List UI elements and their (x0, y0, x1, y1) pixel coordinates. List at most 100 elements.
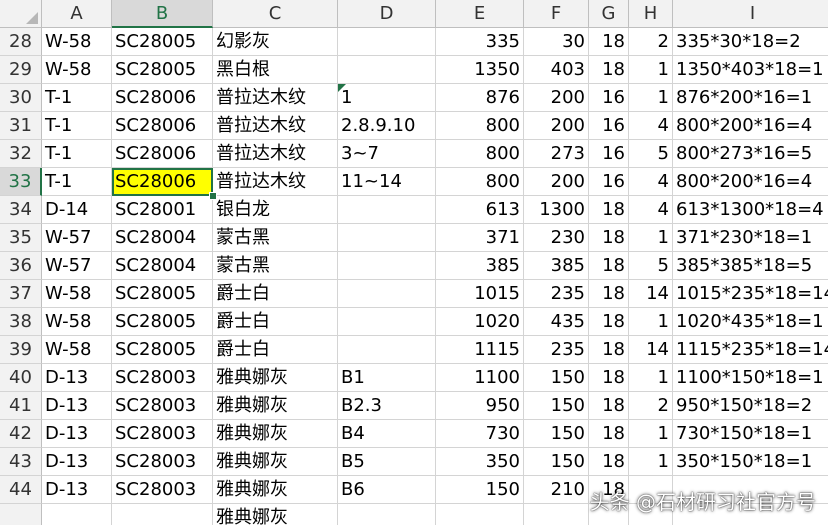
cell-c[interactable]: 雅典娜灰 (213, 420, 338, 448)
cell-a[interactable]: W-58 (42, 308, 112, 336)
cell-b[interactable]: SC28006 (112, 84, 213, 112)
cell-h[interactable]: 4 (629, 196, 673, 224)
cell-a[interactable]: W-58 (42, 336, 112, 364)
cell-i[interactable]: 1115*235*18=14 (673, 336, 828, 364)
row-header[interactable]: 36 (0, 252, 42, 280)
cell-d[interactable]: B5 (338, 448, 436, 476)
cell-e[interactable]: 350 (436, 448, 524, 476)
cell-d[interactable]: B1 (338, 364, 436, 392)
cell-a[interactable]: T-1 (42, 140, 112, 168)
cell-c[interactable]: 雅典娜灰 (213, 504, 338, 525)
cell-i[interactable]: 1015*235*18=14 (673, 280, 828, 308)
cell-i[interactable]: 335*30*18=2 (673, 28, 828, 56)
cell-c[interactable]: 普拉达木纹 (213, 140, 338, 168)
column-header-e[interactable]: E (436, 0, 524, 28)
cell-e[interactable]: 1020 (436, 308, 524, 336)
cell-b[interactable]: SC28003 (112, 392, 213, 420)
cell-h[interactable]: 2 (629, 392, 673, 420)
cell-d[interactable]: 11~14 (338, 168, 436, 196)
cell-e[interactable]: 1015 (436, 280, 524, 308)
cell-h[interactable]: 2 (629, 28, 673, 56)
cell-a[interactable]: W-57 (42, 224, 112, 252)
cell-d[interactable] (338, 196, 436, 224)
cell-e[interactable]: 150 (436, 476, 524, 504)
cell-d[interactable] (338, 252, 436, 280)
row-header[interactable]: 43 (0, 448, 42, 476)
cell-f[interactable]: 235 (524, 336, 589, 364)
row-header[interactable]: 35 (0, 224, 42, 252)
cell-g[interactable]: 18 (589, 28, 629, 56)
column-header-g[interactable]: G (589, 0, 629, 28)
row-header[interactable]: 42 (0, 420, 42, 448)
cell-c[interactable]: 雅典娜灰 (213, 448, 338, 476)
cell-f[interactable]: 150 (524, 392, 589, 420)
cell-b[interactable]: SC28004 (112, 224, 213, 252)
cell-c[interactable]: 雅典娜灰 (213, 476, 338, 504)
cell-h[interactable]: 4 (629, 112, 673, 140)
row-header[interactable]: 38 (0, 308, 42, 336)
cell-i[interactable]: 800*200*16=4 (673, 168, 828, 196)
cell-c[interactable]: 爵士白 (213, 280, 338, 308)
cell-e[interactable]: 800 (436, 112, 524, 140)
cell-h[interactable]: 14 (629, 280, 673, 308)
cell-e[interactable]: 335 (436, 28, 524, 56)
cell-c[interactable]: 普拉达木纹 (213, 112, 338, 140)
cell-a[interactable]: D-13 (42, 364, 112, 392)
cell-g[interactable]: 16 (589, 84, 629, 112)
cell-f[interactable]: 200 (524, 84, 589, 112)
column-header-i[interactable]: I (673, 0, 828, 28)
cell-a[interactable]: D-13 (42, 392, 112, 420)
cell-b[interactable]: SC28005 (112, 56, 213, 84)
cell-b[interactable]: SC28003 (112, 476, 213, 504)
cell-a[interactable]: T-1 (42, 168, 112, 196)
cell-f[interactable]: 150 (524, 420, 589, 448)
cell-i[interactable]: 1100*150*18=1 (673, 364, 828, 392)
cell-a[interactable]: T-1 (42, 84, 112, 112)
cell-e[interactable]: 800 (436, 140, 524, 168)
cell-f[interactable] (524, 504, 589, 525)
cell-h[interactable]: 1 (629, 420, 673, 448)
cell-i[interactable]: 730*150*18=1 (673, 420, 828, 448)
cell-f[interactable]: 30 (524, 28, 589, 56)
cell-g[interactable]: 18 (589, 364, 629, 392)
cell-b[interactable] (112, 504, 213, 525)
cell-i[interactable]: 876*200*16=1 (673, 84, 828, 112)
cell-e[interactable]: 950 (436, 392, 524, 420)
cell-i[interactable]: 371*230*18=1 (673, 224, 828, 252)
cell-d[interactable] (338, 504, 436, 525)
cell-g[interactable]: 18 (589, 224, 629, 252)
column-header-a[interactable]: A (42, 0, 112, 28)
cell-f[interactable]: 385 (524, 252, 589, 280)
row-header[interactable]: 34 (0, 196, 42, 224)
cell-c[interactable]: 蒙古黑 (213, 224, 338, 252)
cell-h[interactable]: 14 (629, 336, 673, 364)
cell-h[interactable]: 1 (629, 308, 673, 336)
cell-e[interactable]: 1100 (436, 364, 524, 392)
cell-g[interactable]: 18 (589, 420, 629, 448)
cell-h[interactable]: 1 (629, 56, 673, 84)
cell-e[interactable]: 385 (436, 252, 524, 280)
cell-i[interactable]: 800*273*16=5 (673, 140, 828, 168)
cell-e[interactable]: 1115 (436, 336, 524, 364)
cell-b[interactable]: SC28006 (112, 140, 213, 168)
cell-c[interactable]: 爵士白 (213, 336, 338, 364)
cell-a[interactable]: W-58 (42, 56, 112, 84)
cell-b[interactable]: SC28005 (112, 280, 213, 308)
cell-a[interactable]: W-57 (42, 252, 112, 280)
cell-e[interactable] (436, 504, 524, 525)
cell-g[interactable]: 18 (589, 280, 629, 308)
cell-d[interactable] (338, 28, 436, 56)
cell-a[interactable]: D-13 (42, 420, 112, 448)
cell-g[interactable]: 18 (589, 448, 629, 476)
spreadsheet-grid[interactable]: ABCDEFGHI 28 W-58 SC28005 幻影灰 335 30 18 2 335*30… (0, 0, 828, 525)
cell-i[interactable]: 385*385*18=5 (673, 252, 828, 280)
row-header[interactable]: 33 (0, 168, 42, 196)
row-header[interactable]: 37 (0, 280, 42, 308)
cell-c[interactable]: 银白龙 (213, 196, 338, 224)
cell-h[interactable]: 1 (629, 224, 673, 252)
cell-h[interactable]: 5 (629, 252, 673, 280)
cell-g[interactable]: 16 (589, 140, 629, 168)
cell-b[interactable]: SC28006 (112, 112, 213, 140)
cell-f[interactable]: 200 (524, 112, 589, 140)
cell-d[interactable]: 3~7 (338, 140, 436, 168)
